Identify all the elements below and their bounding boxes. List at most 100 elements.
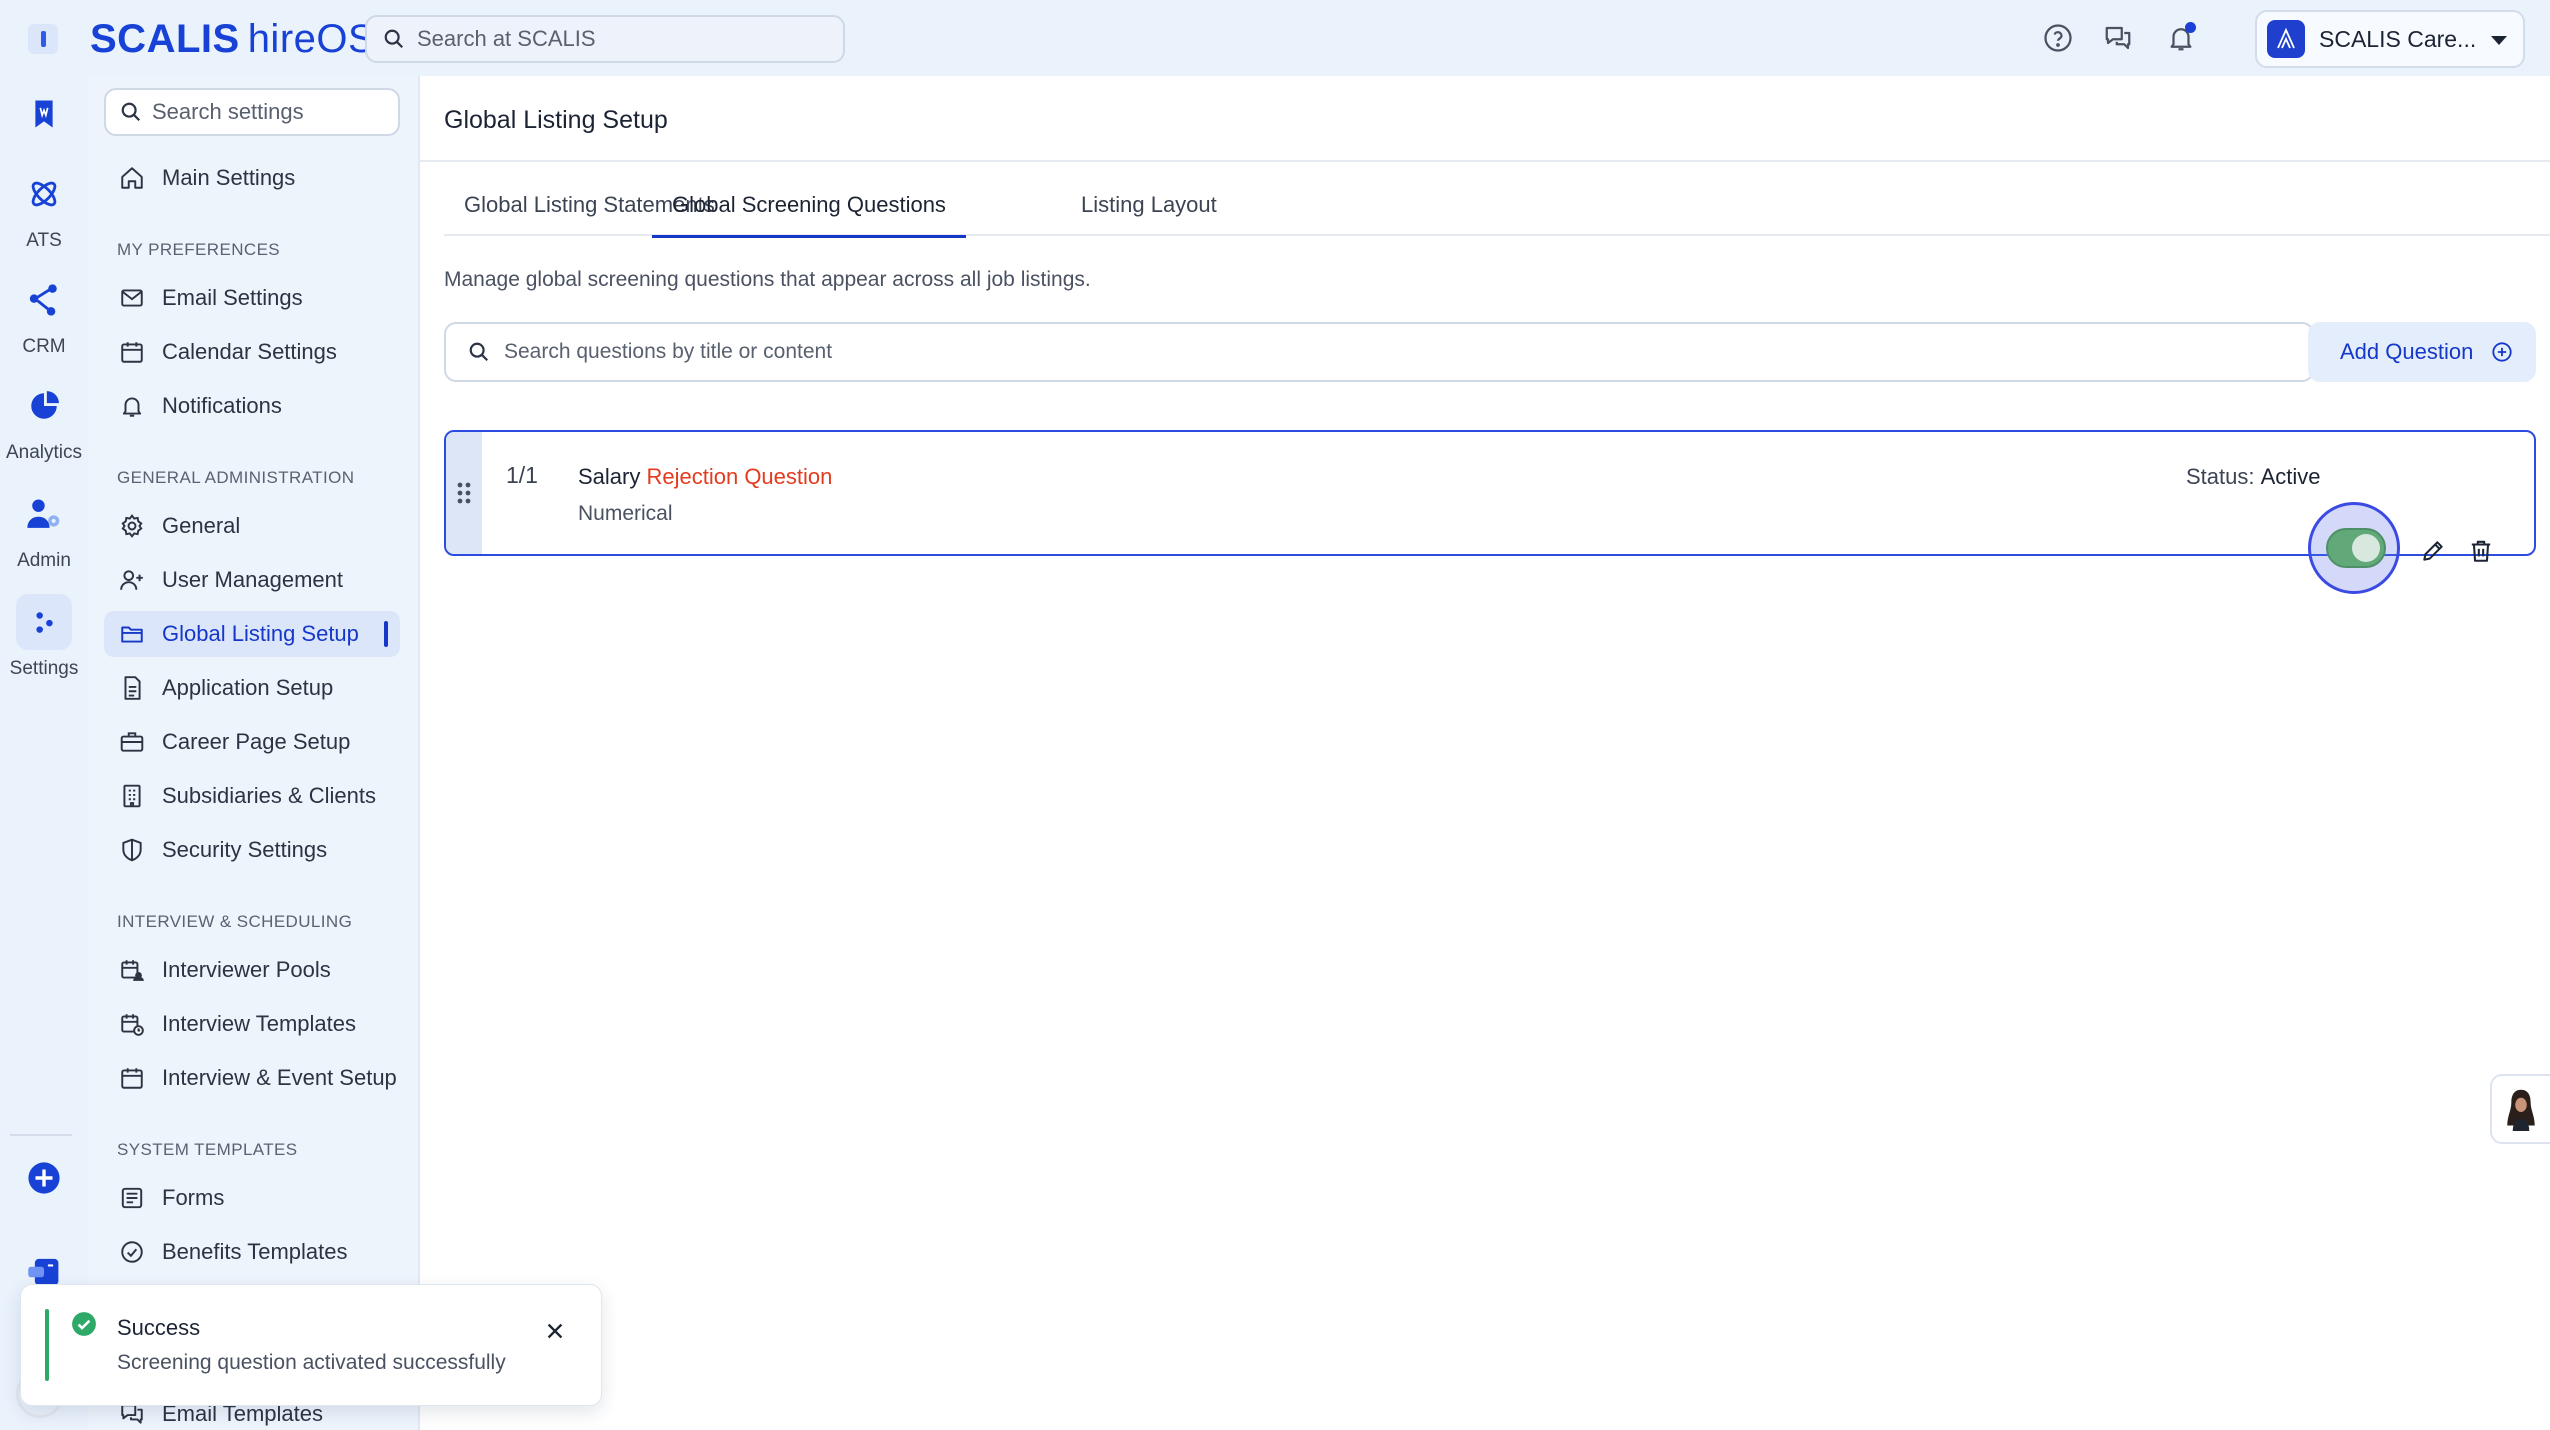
badge-check-icon [118, 1238, 146, 1266]
status-toggle[interactable] [2326, 528, 2386, 568]
bookmark-icon [35, 100, 53, 128]
search-icon [384, 29, 404, 49]
question-status: Status: Active [2186, 464, 2321, 490]
help-icon[interactable] [2040, 20, 2076, 56]
close-icon[interactable] [539, 1315, 571, 1347]
edit-question-button[interactable] [2416, 534, 2450, 568]
bell-icon [118, 392, 146, 420]
sidebar-item-subsidiaries-clients[interactable]: Subsidiaries & Clients [104, 773, 400, 819]
sidebar-item-label: Calendar Settings [162, 339, 337, 364]
sidebar-item-label: Subsidiaries & Clients [162, 783, 376, 808]
app-rail: ATS CRM Analytics Admin Settings [0, 76, 88, 1430]
sidebar-item-label: Interviewer Pools [162, 957, 331, 982]
page-title: Global Listing Setup [444, 106, 668, 134]
rail-item-ats[interactable]: ATS [0, 166, 88, 252]
notification-dot [2185, 22, 2196, 33]
support-avatar-icon [2507, 1089, 2535, 1131]
home-icon [118, 164, 146, 192]
sidebar-item-general[interactable]: General [104, 503, 400, 549]
toast-title: Success [117, 1315, 201, 1340]
title-divider [420, 160, 2550, 162]
section-heading-general-administration: GENERAL ADMINISTRATION [117, 468, 355, 487]
sidebar-item-interview-templates[interactable]: Interview Templates [104, 1001, 400, 1047]
sidebar-item-label: Interview & Event Setup [162, 1065, 397, 1090]
sidebar-item-user-management[interactable]: User Management [104, 557, 400, 603]
settings-search-placeholder: Search settings [152, 99, 304, 124]
form-icon [118, 1184, 146, 1212]
chevron-down-icon [2491, 36, 2507, 45]
section-heading-interview-scheduling: INTERVIEW & SCHEDULING [117, 912, 353, 931]
page-description: Manage global screening questions that a… [444, 268, 1091, 291]
sidebar-item-label: Benefits Templates [162, 1239, 348, 1264]
sidebar-item-label: Email Settings [162, 285, 303, 310]
tab-label: Global Screening Questions [672, 192, 946, 217]
rail-label-ats: ATS [26, 230, 62, 251]
delete-question-button[interactable] [2464, 534, 2498, 568]
account-switcher[interactable]: SCALIS Care... [2255, 10, 2525, 68]
sidebar-item-interview-event-setup[interactable]: Interview & Event Setup [104, 1055, 400, 1101]
plus-circle-icon [28, 1162, 60, 1194]
sidebar-item-main-settings[interactable]: Main Settings [104, 155, 400, 201]
rail-item-jobs[interactable] [0, 86, 88, 142]
tab-bar: Global Listing Statements Global Screeni… [444, 188, 2550, 238]
sidebar-item-label: Notifications [162, 393, 282, 418]
add-question-button[interactable]: Add Question [2308, 322, 2536, 382]
sidebar-item-security-settings[interactable]: Security Settings [104, 827, 400, 873]
sidebar-item-label: Interview Templates [162, 1011, 357, 1036]
rail-divider [10, 1134, 72, 1136]
rail-item-crm[interactable]: CRM [0, 272, 88, 358]
sidebar-item-global-listing-setup[interactable]: Global Listing Setup [104, 611, 400, 657]
sidebar-item-label: Application Setup [162, 675, 334, 700]
section-heading-my-preferences: MY PREFERENCES [117, 240, 281, 259]
rail-label-analytics: Analytics [5, 442, 83, 463]
sidebar-item-email-settings[interactable]: Email Settings [104, 275, 400, 321]
support-chat-launcher[interactable] [2490, 1074, 2550, 1144]
sidebar-item-forms[interactable]: Forms [104, 1175, 400, 1221]
calendar-icon [118, 1064, 146, 1092]
question-card: 1/1 Salary Rejection Question Numerical … [444, 430, 2536, 556]
rail-item-analytics[interactable]: Analytics [0, 378, 88, 464]
toast-message: Screening question activated successfull… [117, 1351, 506, 1374]
chat-icon[interactable] [2100, 20, 2136, 56]
product-name: hireOS [247, 17, 376, 61]
sidebar-item-label: Career Page Setup [162, 729, 351, 754]
toast-accent-bar [45, 1309, 49, 1381]
tab-listing-layout[interactable]: Listing Layout [1081, 188, 1217, 236]
sidebar-item-label: User Management [162, 567, 343, 592]
sidebar-item-career-page-setup[interactable]: Career Page Setup [104, 719, 400, 765]
sidebar-item-benefits-templates[interactable]: Benefits Templates [104, 1229, 400, 1275]
sidebar-item-interviewer-pools[interactable]: Interviewer Pools [104, 947, 400, 993]
rail-item-settings[interactable]: Settings [0, 594, 88, 680]
rail-item-admin[interactable]: Admin [0, 486, 88, 572]
sidebar-item-label: Main Settings [162, 165, 296, 190]
add-question-label: Add Question [2340, 339, 2474, 364]
status-label: Status: [2186, 464, 2255, 489]
section-heading-system-templates: SYSTEM TEMPLATES [117, 1140, 298, 1159]
sidebar-toggle-icon[interactable] [28, 24, 58, 54]
rail-label-admin: Admin [17, 550, 71, 571]
global-search-input[interactable]: Search at SCALIS [365, 15, 845, 63]
success-toast: Success Screening question activated suc… [20, 1284, 602, 1406]
sidebar-item-calendar-settings[interactable]: Calendar Settings [104, 329, 400, 375]
toggle-knob [2352, 534, 2380, 562]
rail-add-button[interactable] [0, 1150, 88, 1206]
question-search-placeholder: Search questions by title or content [504, 340, 833, 363]
sidebar-item-application-setup[interactable]: Application Setup [104, 665, 400, 711]
gear-icon [118, 512, 146, 540]
settings-search-input[interactable]: Search settings [104, 88, 400, 136]
account-name: SCALIS Care... [2319, 25, 2477, 52]
package-icon [28, 1258, 59, 1286]
drag-handle-icon[interactable] [446, 432, 482, 554]
sidebar-item-label: Security Settings [162, 837, 328, 862]
tab-global-screening-questions[interactable]: Global Screening Questions [652, 188, 966, 238]
rail-label-settings: Settings [9, 658, 79, 679]
settings-dots-icon [36, 612, 53, 633]
document-icon [118, 674, 146, 702]
plus-circle-icon [2491, 341, 2513, 363]
notifications-bell-icon[interactable] [2163, 20, 2199, 56]
question-index: 1/1 [506, 462, 538, 488]
question-search-input[interactable]: Search questions by title or content [444, 322, 2314, 382]
pie-chart-icon [31, 391, 59, 419]
sidebar-item-notifications[interactable]: Notifications [104, 383, 400, 429]
app-logo[interactable]: SCALIS hireOS [90, 16, 375, 62]
